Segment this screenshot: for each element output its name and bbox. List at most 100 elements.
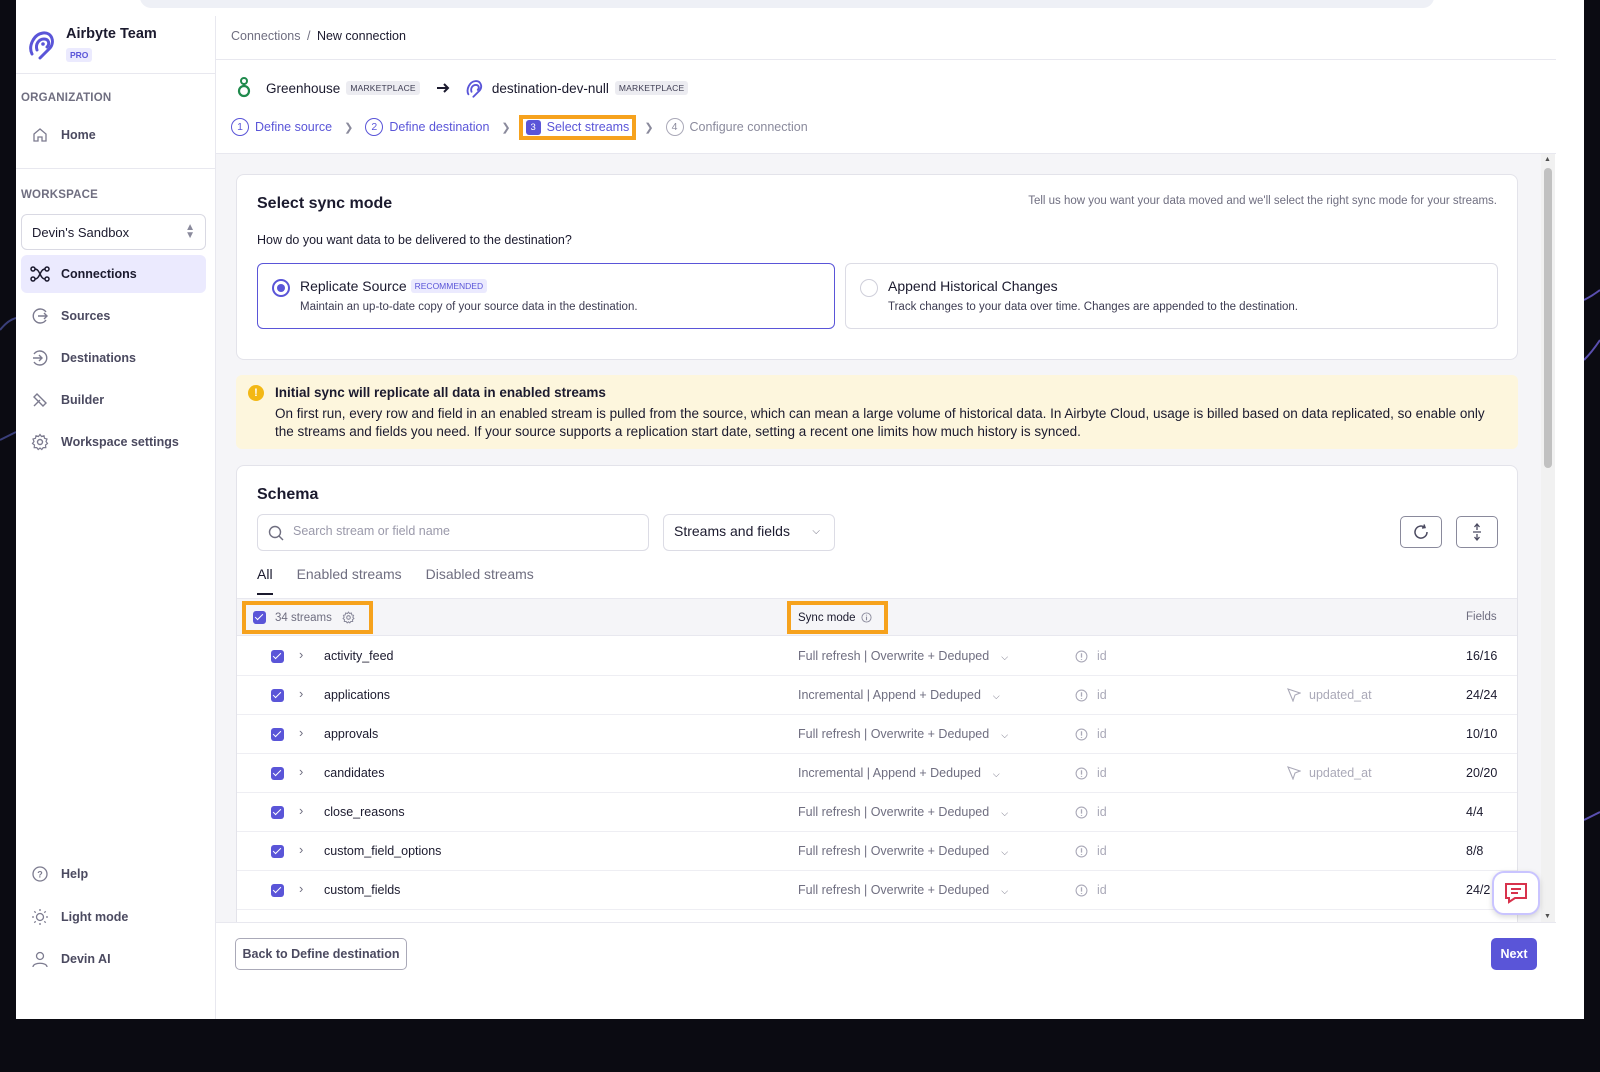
page-scrollbar[interactable]: ▲ ▼: [1541, 154, 1555, 922]
stream-checkbox[interactable]: [271, 689, 284, 702]
destination-icon: [29, 347, 51, 369]
refresh-icon: [1414, 524, 1428, 539]
sidebar-item-connections[interactable]: Connections: [21, 255, 206, 293]
sidebar-item-home[interactable]: Home: [21, 116, 206, 154]
primary-key-value: id: [1097, 688, 1107, 702]
option-title: Replicate Source: [300, 278, 407, 294]
info-icon: [1075, 650, 1088, 662]
sync-mode-select[interactable]: Full refresh | Overwrite + Deduped ⌵: [798, 844, 1008, 858]
home-icon: [29, 124, 51, 146]
option-description: Track changes to your data over time. Ch…: [888, 301, 1298, 313]
back-button[interactable]: Back to Define destination: [235, 938, 407, 970]
connections-icon: [29, 263, 51, 285]
scrollbar-thumb[interactable]: [1544, 168, 1552, 468]
tab-enabled-streams[interactable]: Enabled streams: [297, 566, 402, 595]
sync-mode-select[interactable]: Full refresh | Overwrite + Deduped ⌵: [798, 883, 1008, 897]
info-icon[interactable]: [860, 612, 872, 623]
stream-name: candidates: [324, 766, 385, 780]
streams-filter-dropdown[interactable]: Streams and fields ⌵: [663, 514, 835, 551]
greenhouse-logo-icon: [237, 77, 251, 98]
stream-name: applications: [324, 688, 391, 702]
gear-icon[interactable]: [342, 611, 355, 624]
chat-widget-button[interactable]: [1492, 871, 1540, 915]
expand-collapse-button[interactable]: [1456, 516, 1498, 548]
refresh-schema-button[interactable]: [1400, 516, 1442, 548]
search-input[interactable]: [293, 524, 633, 538]
sidebar-item-light-mode[interactable]: Light mode: [21, 898, 206, 936]
sidebar-item-help[interactable]: ? Help: [21, 855, 206, 893]
table-row[interactable]: › custom_field_options Full refresh | Over…: [237, 832, 1517, 871]
breadcrumb-connections-link[interactable]: Connections: [231, 29, 301, 43]
table-row[interactable]: › applications Incremental | Append + Dedu…: [237, 676, 1517, 715]
table-row[interactable]: › candidates Incremental | Append + Dedupe…: [237, 754, 1517, 793]
chevron-right-icon[interactable]: ›: [299, 647, 303, 662]
warning-body: On first run, every row and field in an …: [275, 406, 1485, 439]
option-append-historical[interactable]: Append Historical Changes Track changes …: [845, 263, 1498, 329]
step-define-destination[interactable]: 2 Define destination: [365, 118, 489, 136]
primary-key-value: id: [1097, 766, 1107, 780]
sync-mode-header: Sync mode: [798, 611, 856, 624]
table-row[interactable]: › approvals Full refresh | Overwrite + Ded…: [237, 715, 1517, 754]
chevron-right-icon: ❯: [644, 121, 654, 134]
sync-mode-select[interactable]: Full refresh | Overwrite + Deduped ⌵: [798, 805, 1008, 819]
workspace-select-value: Devin's Sandbox: [32, 224, 130, 240]
workspace-select[interactable]: Devin's Sandbox ▲ ▼: [21, 214, 206, 250]
sidebar: Airbyte Team PRO ORGANIZATION Home WORKS…: [16, 16, 216, 1019]
stream-checkbox[interactable]: [271, 767, 284, 780]
wizard-footer: Back to Define destination Next: [216, 922, 1556, 1019]
sidebar-item-workspace-settings[interactable]: Workspace settings: [21, 423, 206, 461]
sidebar-item-destinations[interactable]: Destinations: [21, 339, 206, 377]
sync-mode-value: Full refresh | Overwrite + Deduped: [798, 649, 990, 663]
expand-vertical-icon: [1473, 523, 1481, 541]
chevron-right-icon[interactable]: ›: [299, 803, 303, 818]
stream-checkbox[interactable]: [271, 845, 284, 858]
airbyte-destination-icon: [466, 80, 482, 98]
stream-checkbox[interactable]: [271, 884, 284, 897]
step-define-source[interactable]: 1 Define source: [231, 118, 332, 136]
scroll-down-icon[interactable]: ▼: [1544, 913, 1551, 920]
chevron-right-icon[interactable]: ›: [299, 725, 303, 740]
sidebar-item-label: Builder: [61, 393, 105, 407]
sync-mode-select[interactable]: Full refresh | Overwrite + Deduped ⌵: [798, 727, 1008, 741]
chevron-right-icon[interactable]: ›: [299, 686, 303, 701]
table-row[interactable]: › custom_fields Full refresh | Overwrite +…: [237, 871, 1517, 910]
browser-top-strip: [16, 0, 1584, 16]
cursor-field-value: updated_at: [1309, 766, 1372, 780]
warning-icon: !: [248, 385, 264, 401]
chevron-right-icon[interactable]: ›: [299, 764, 303, 779]
svg-text:?: ?: [37, 870, 43, 880]
cursor-pointer-icon: [1287, 688, 1301, 702]
stream-name: custom_fields: [324, 883, 401, 897]
tab-all[interactable]: All: [257, 566, 273, 595]
scroll-content: Select sync mode Tell us how you want yo…: [216, 154, 1541, 922]
sidebar-item-user[interactable]: Devin AI: [21, 940, 206, 978]
connection-summary: Greenhouse MARKETPLACE destination-dev-n…: [236, 76, 689, 100]
fields-count: 8/8: [1466, 844, 1484, 858]
chevron-right-icon[interactable]: ›: [299, 881, 303, 896]
table-row[interactable]: › close_reasons Full refresh | Overwrite +…: [237, 793, 1517, 832]
option-replicate-source[interactable]: Replicate Source RECOMMENDED Maintain an …: [257, 263, 835, 329]
chevron-right-icon[interactable]: ›: [299, 842, 303, 857]
stream-checkbox[interactable]: [271, 806, 284, 819]
stream-checkbox[interactable]: [271, 728, 284, 741]
sync-mode-select[interactable]: Full refresh | Overwrite + Deduped ⌵: [798, 649, 1008, 663]
next-button[interactable]: Next: [1491, 938, 1537, 970]
tab-disabled-streams[interactable]: Disabled streams: [426, 566, 534, 595]
select-all-checkbox[interactable]: [253, 611, 266, 624]
search-field[interactable]: [257, 514, 649, 551]
table-row[interactable]: › activity_feed Full refresh | Overwrite +…: [237, 637, 1517, 676]
recommended-badge: RECOMMENDED: [410, 279, 488, 293]
streams-count-group: 34 streams: [242, 601, 373, 634]
radio-unselected[interactable]: [860, 279, 878, 297]
sidebar-item-builder[interactable]: Builder: [21, 381, 206, 419]
sync-mode-select[interactable]: Incremental | Append + Deduped ⌵: [798, 688, 1000, 702]
radio-selected[interactable]: [272, 279, 290, 297]
scroll-up-icon[interactable]: ▲: [1544, 156, 1551, 163]
sidebar-item-sources[interactable]: Sources: [21, 297, 206, 335]
sync-mode-select[interactable]: Incremental | Append + Deduped ⌵: [798, 766, 1000, 780]
primary-key: id: [1075, 805, 1107, 819]
fields-count: 16/16: [1466, 649, 1498, 663]
org-switcher[interactable]: Airbyte Team PRO: [16, 16, 215, 74]
stream-checkbox[interactable]: [271, 650, 284, 663]
destination-name: destination-dev-null: [491, 80, 609, 96]
